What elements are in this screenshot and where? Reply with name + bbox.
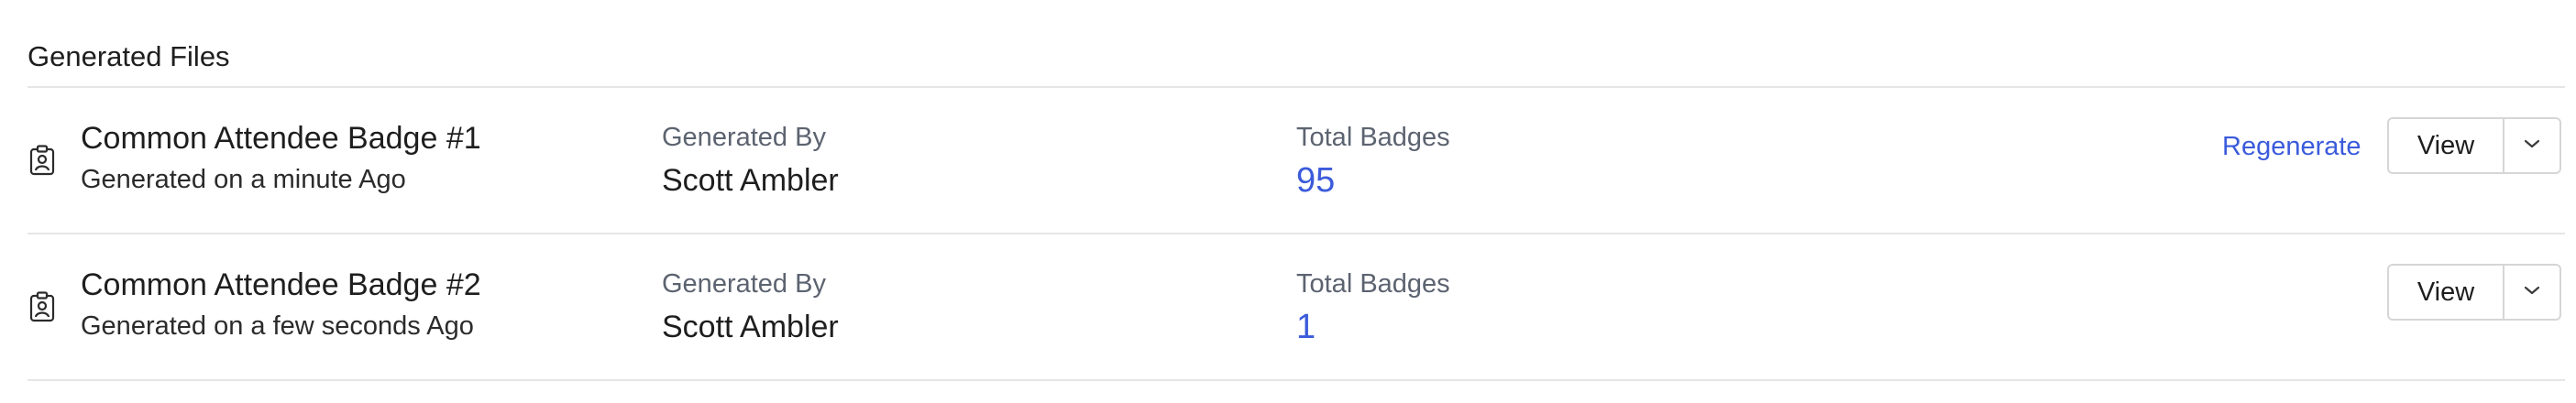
id-badge-icon <box>29 291 55 322</box>
total-badges-label: Total Badges <box>1296 123 1450 152</box>
generated-by-label: Generated By <box>662 269 826 299</box>
generated-on-text: Generated on a minute Ago <box>81 165 406 194</box>
view-button[interactable]: View <box>2389 119 2504 172</box>
file-name: Common Attendee Badge #2 <box>81 267 481 302</box>
chevron-down-icon <box>2523 284 2541 300</box>
generated-by-value: Scott Ambler <box>662 163 839 198</box>
regenerate-link[interactable]: Regenerate <box>2222 128 2361 165</box>
view-button-group: View <box>2387 117 2561 174</box>
view-button[interactable]: View <box>2389 266 2504 319</box>
generated-by-value: Scott Ambler <box>662 310 839 344</box>
generated-by-label: Generated By <box>662 123 826 152</box>
total-badges-value[interactable]: 1 <box>1296 306 1316 348</box>
file-name: Common Attendee Badge #1 <box>81 121 481 156</box>
total-badges-value[interactable]: 95 <box>1296 159 1335 202</box>
total-badges-label: Total Badges <box>1296 269 1450 299</box>
view-dropdown-button[interactable] <box>2504 119 2559 172</box>
view-button-group: View <box>2387 264 2561 321</box>
generated-on-text: Generated on a few seconds Ago <box>81 311 474 341</box>
view-dropdown-button[interactable] <box>2504 266 2559 319</box>
id-badge-icon <box>29 145 55 176</box>
file-row: Common Attendee Badge #2 Generated on a … <box>28 234 2565 381</box>
generated-files-section: Generated Files Common Attendee Badge #1… <box>0 0 2576 403</box>
section-title: Generated Files <box>28 40 230 72</box>
chevron-down-icon <box>2523 137 2541 154</box>
file-row: Common Attendee Badge #1 Generated on a … <box>28 88 2565 234</box>
